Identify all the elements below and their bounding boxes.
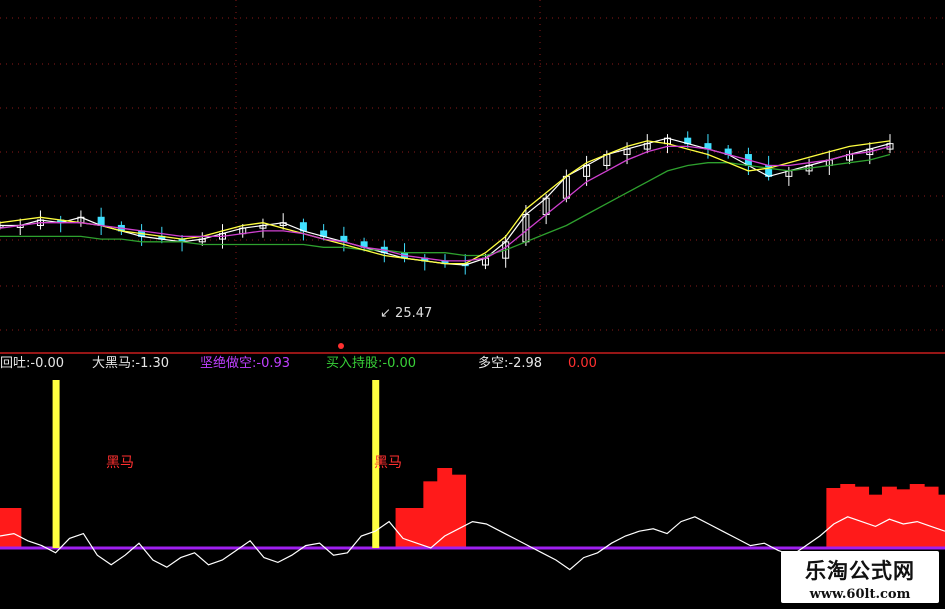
indicator-label: 坚绝做空: — [200, 356, 257, 371]
ma-line-2 — [0, 140, 891, 265]
red-area-bar-31 — [423, 481, 439, 548]
marker-label-2: 黑马 — [374, 455, 402, 471]
red-area-bar-29 — [395, 508, 411, 548]
indicator-4: 多空:-2.98 — [478, 356, 542, 372]
price-low-annotation: ↙ 25.47 — [380, 306, 432, 321]
indicator-label: 回吐: — [0, 356, 31, 371]
indicator-5: 0.00 — [568, 356, 597, 372]
red-area-bar-0 — [0, 508, 8, 548]
indicator-2: 坚绝做空:-0.93 — [200, 356, 290, 372]
price-marker-dot — [338, 343, 344, 349]
indicator-value: -1.30 — [135, 356, 170, 371]
indicator-1: 大黑马:-1.30 — [92, 356, 169, 372]
red-area-bar-1 — [6, 508, 22, 548]
red-area-bar-33 — [451, 474, 467, 548]
indicator-label: 大黑马: — [92, 356, 136, 371]
indicator-3: 买入持股:-0.00 — [326, 356, 416, 372]
watermark-title: 乐淘公式网 — [805, 558, 915, 583]
indicator-value: -2.98 — [508, 356, 543, 371]
indicator-value: -0.00 — [382, 356, 417, 371]
indicator-value: 0.00 — [568, 356, 597, 371]
price-low-arrow: ↙ — [380, 306, 391, 321]
red-area-bar-66 — [909, 484, 925, 548]
indicator-label: 买入持股: — [326, 356, 383, 371]
signal-bar-4 — [52, 380, 60, 548]
red-area-bar-67 — [923, 486, 939, 548]
red-area-bar-64 — [881, 486, 897, 548]
ma-line-3 — [0, 145, 891, 262]
chart-canvas — [0, 0, 945, 571]
indicator-value: -0.00 — [30, 356, 65, 371]
indicator-label: 多空: — [478, 356, 509, 371]
indicator-0: 回吐:-0.00 — [0, 356, 64, 372]
price-low-label: 25.47 — [395, 306, 433, 321]
red-area-bar-63 — [868, 494, 883, 548]
red-area-bar-65 — [895, 489, 911, 548]
red-area-bar-60 — [826, 488, 842, 548]
watermark-url: www.60lt.com — [809, 587, 911, 602]
ma-line-0 — [0, 137, 891, 266]
watermark: 乐淘公式网 www.60lt.com — [781, 551, 939, 603]
red-area-bar-68 — [937, 494, 945, 548]
marker-label-1: 黑马 — [106, 455, 134, 471]
red-area-bar-62 — [854, 486, 870, 548]
red-area-bar-61 — [840, 484, 856, 548]
chart-window: ↙ 25.47 回吐:-0.00 大黑马:-1.30 坚绝做空:-0.93 买入持股:… — [0, 0, 945, 609]
indicator-value: -0.93 — [256, 356, 291, 371]
